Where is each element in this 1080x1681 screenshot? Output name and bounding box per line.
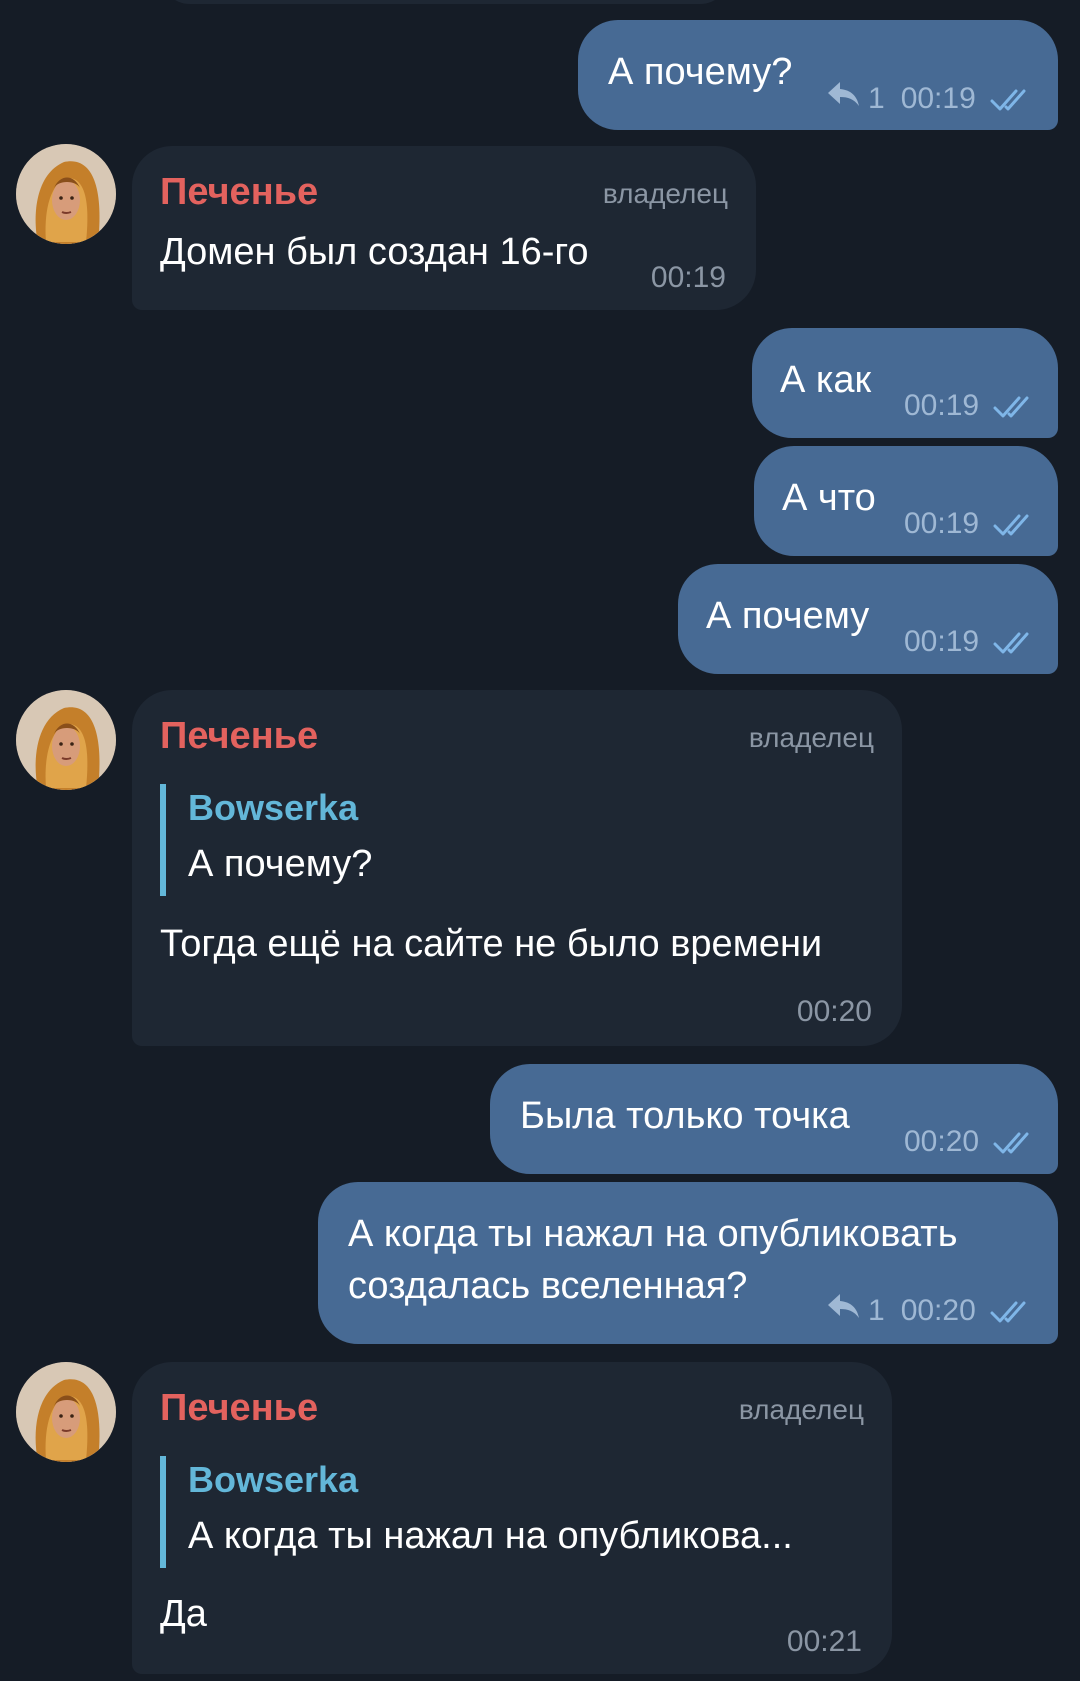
message-time: 00:19 [904,389,980,422]
message-text: А почему? [608,51,793,93]
reply-quote[interactable]: Bowserka А почему? [160,784,372,896]
reply-quote[interactable]: Bowserka А когда ты нажал на опубликова.… [160,1456,793,1568]
reply-author: Bowserka [188,1459,359,1500]
reply-count-value: 1 [868,81,885,115]
reply-arrow-icon [826,1292,868,1329]
message-time: 00:20 [796,995,872,1028]
sender-role-badge: владелец [748,722,874,753]
avatar[interactable] [16,690,116,790]
sender-name[interactable]: Печенье [160,168,318,216]
message-meta: 00:19 [651,260,726,296]
incoming-message[interactable]: Печенье владелец Bowserka А почему? Тогд… [132,690,902,1046]
outgoing-message[interactable]: А почему 00:19 [678,564,1058,674]
outgoing-message[interactable]: А когда ты нажал на опубликовать создала… [318,1182,1058,1344]
avatar[interactable] [16,144,116,244]
double-check-icon [993,393,1035,419]
message-text: А что [782,477,876,519]
incoming-message[interactable]: Печенье владелец Домен был создан 16-го … [132,146,756,310]
message-text-line-2: создалась вселенная? [348,1265,748,1307]
message-text: Была только точка [520,1095,850,1137]
double-check-icon [993,511,1035,537]
outgoing-message[interactable]: А что 00:19 [754,446,1058,556]
outgoing-message[interactable]: А как 00:19 [752,328,1058,438]
message-time: 00:20 [904,1125,980,1158]
avatar[interactable] [16,1362,116,1462]
sender-role-badge: владелец [738,1394,864,1425]
message-text-line-1: А когда ты нажал на опубликовать [348,1213,958,1255]
message-meta: 1 00:19 [826,80,1032,117]
message-time: 00:20 [900,1293,976,1327]
previous-message-edge [160,0,730,4]
reply-author: Bowserka [188,787,359,828]
message-text: А как [780,359,872,401]
message-meta: 00:21 [787,1624,862,1660]
double-check-icon [990,1298,1032,1324]
outgoing-message[interactable]: Была только точка 00:20 [490,1064,1058,1174]
message-meta: 00:20 [797,994,872,1030]
double-check-icon [993,1129,1035,1155]
outgoing-message[interactable]: А почему? 1 00:19 [578,20,1058,130]
message-text: Домен был создан 16-го [160,231,589,273]
reply-count-value: 1 [868,1293,885,1327]
incoming-message[interactable]: Печенье владелец Bowserka А когда ты наж… [132,1362,892,1674]
message-meta: 00:19 [904,624,1035,660]
message-text: Тогда ещё на сайте не было времени [160,923,823,965]
sender-role-badge: владелец [602,178,728,209]
message-meta: 00:19 [904,506,1035,542]
message-meta: 00:19 [904,388,1035,424]
message-meta: 1 00:20 [826,1292,1032,1329]
message-time: 00:19 [904,507,980,540]
message-text: Да [160,1593,207,1635]
message-time: 00:21 [786,1625,862,1658]
reply-text: А когда ты нажал на опубликова... [188,1515,793,1557]
reply-count[interactable]: 1 [826,1292,885,1329]
message-time: 00:19 [900,81,976,115]
double-check-icon [993,629,1035,655]
chat-history[interactable]: А почему? 1 00:19 Печенье владелец Домен… [0,0,1080,1681]
message-time: 00:19 [650,261,726,294]
message-meta: 00:20 [904,1124,1035,1160]
reply-count[interactable]: 1 [826,80,885,117]
sender-name[interactable]: Печенье [160,712,318,760]
sender-name[interactable]: Печенье [160,1384,318,1432]
message-text: А почему [706,595,870,637]
reply-text: А почему? [188,843,373,885]
double-check-icon [990,86,1032,112]
message-time: 00:19 [904,625,980,658]
reply-arrow-icon [826,80,868,117]
